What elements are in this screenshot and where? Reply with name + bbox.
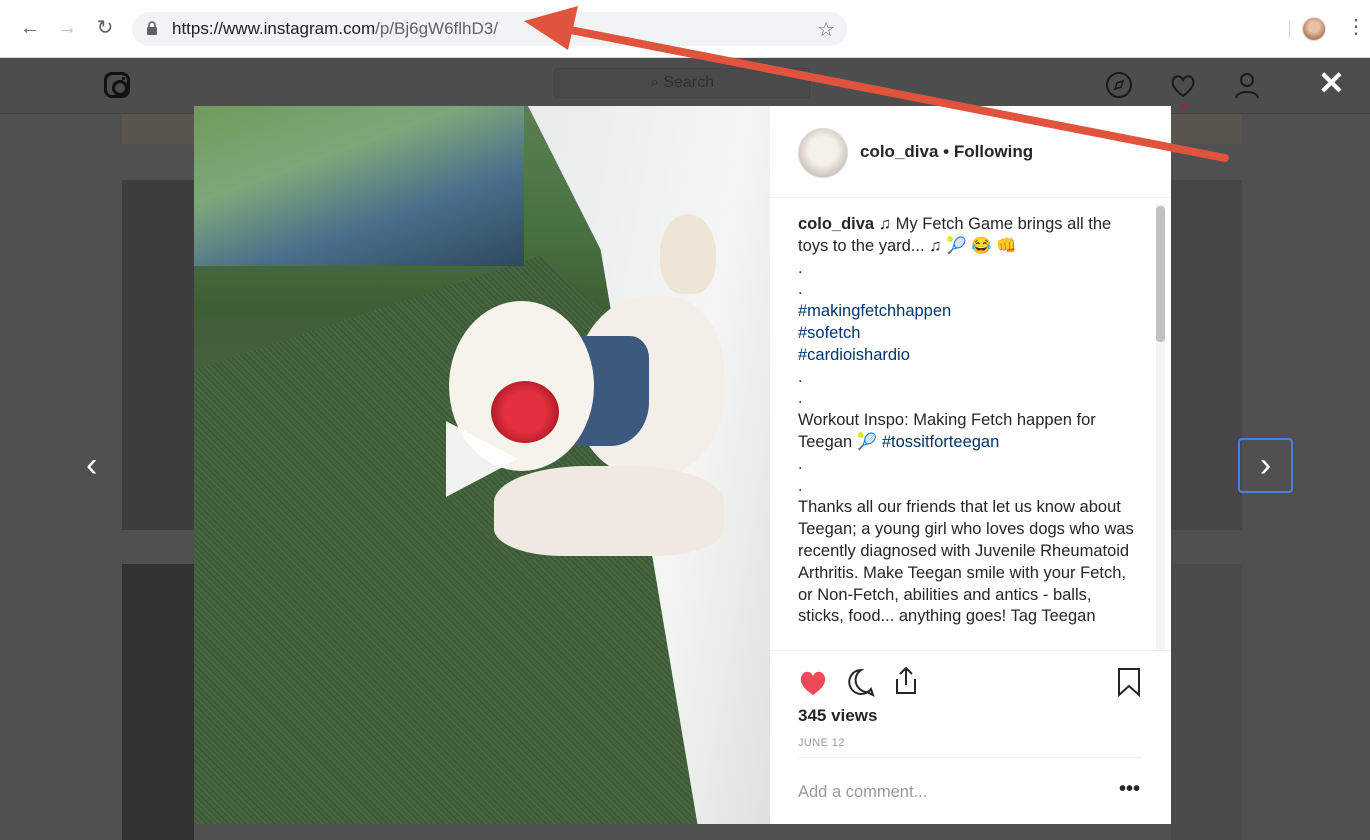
instagram-logo-icon[interactable] xyxy=(104,72,130,98)
previous-post-button[interactable]: ‹ xyxy=(86,446,97,485)
comment-section: ••• xyxy=(798,757,1142,824)
background-post-tile xyxy=(122,564,194,840)
caption-text: . xyxy=(798,367,803,386)
comment-input[interactable] xyxy=(798,780,1098,804)
post-header: colo_diva • Following xyxy=(770,106,1171,198)
post-modal: colo_diva • Following colo_diva ♫ My Fet… xyxy=(194,106,1171,824)
next-post-button[interactable]: › xyxy=(1238,438,1293,493)
heart-icon[interactable] xyxy=(798,669,828,697)
post-sidebar: colo_diva • Following colo_diva ♫ My Fet… xyxy=(770,106,1171,824)
profile-avatar[interactable] xyxy=(1302,17,1326,41)
share-icon[interactable] xyxy=(892,665,920,697)
heart-icon[interactable] xyxy=(1168,70,1198,100)
lock-icon xyxy=(147,21,157,35)
url-text: https://www.instagram.com/p/Bj6gW6flhD3/ xyxy=(172,19,498,38)
caption-text: . xyxy=(798,258,803,277)
caption-text: . xyxy=(798,454,803,473)
hashtag-link[interactable]: #tossitforteegan xyxy=(882,433,999,451)
video-frame-dog xyxy=(494,466,724,556)
video-frame-dog xyxy=(660,214,716,294)
background-post-tile xyxy=(1171,180,1242,530)
hashtag-link[interactable]: #cardioishardio xyxy=(798,345,1138,367)
post-video[interactable] xyxy=(194,106,770,824)
caption-scrollbar-thumb[interactable] xyxy=(1156,206,1165,342)
post-date: JUNE 12 xyxy=(798,737,845,749)
background-post-tile xyxy=(122,180,194,530)
comment-icon[interactable] xyxy=(846,667,876,697)
more-options-icon[interactable]: ••• xyxy=(1119,778,1140,801)
toolbar-divider xyxy=(1289,20,1290,38)
bookmark-icon[interactable] xyxy=(1116,667,1142,697)
forward-icon[interactable]: → xyxy=(55,16,79,40)
view-count[interactable]: 345 views xyxy=(798,706,877,726)
background-post-tile xyxy=(1171,564,1242,840)
back-icon[interactable]: ← xyxy=(18,16,42,40)
caption-username[interactable]: colo_diva xyxy=(798,215,874,233)
caption-text: Thanks all our friends that let us know … xyxy=(798,498,1134,626)
browser-toolbar: ← → ↻ https://www.instagram.com/p/Bj6gW6… xyxy=(0,0,1370,58)
avatar[interactable] xyxy=(798,128,848,178)
kebab-menu-icon[interactable]: ⋮ xyxy=(1346,14,1366,39)
profile-icon[interactable] xyxy=(1232,70,1262,100)
hashtag-link[interactable]: #makingfetchhappen xyxy=(798,301,1138,323)
reload-icon[interactable]: ↻ xyxy=(93,16,117,40)
post-actions: 345 views JUNE 12 xyxy=(770,650,1171,766)
post-author[interactable]: colo_diva • Following xyxy=(860,142,1033,162)
caption-text: . xyxy=(798,476,803,495)
hashtag-link[interactable]: #sofetch xyxy=(798,323,1138,345)
search-input[interactable]: ⌕ Search xyxy=(554,68,810,98)
play-icon[interactable] xyxy=(446,421,518,497)
close-button[interactable]: ✕ xyxy=(1318,64,1345,102)
caption-text: . xyxy=(798,389,803,408)
address-bar[interactable]: https://www.instagram.com/p/Bj6gW6flhD3/… xyxy=(132,12,847,46)
star-icon[interactable]: ☆ xyxy=(817,17,835,42)
video-frame-background xyxy=(194,106,524,266)
caption-text: . xyxy=(798,280,803,299)
post-caption: colo_diva ♫ My Fetch Game brings all the… xyxy=(798,214,1138,650)
notification-dot xyxy=(1181,104,1186,109)
compass-icon[interactable] xyxy=(1104,70,1134,100)
